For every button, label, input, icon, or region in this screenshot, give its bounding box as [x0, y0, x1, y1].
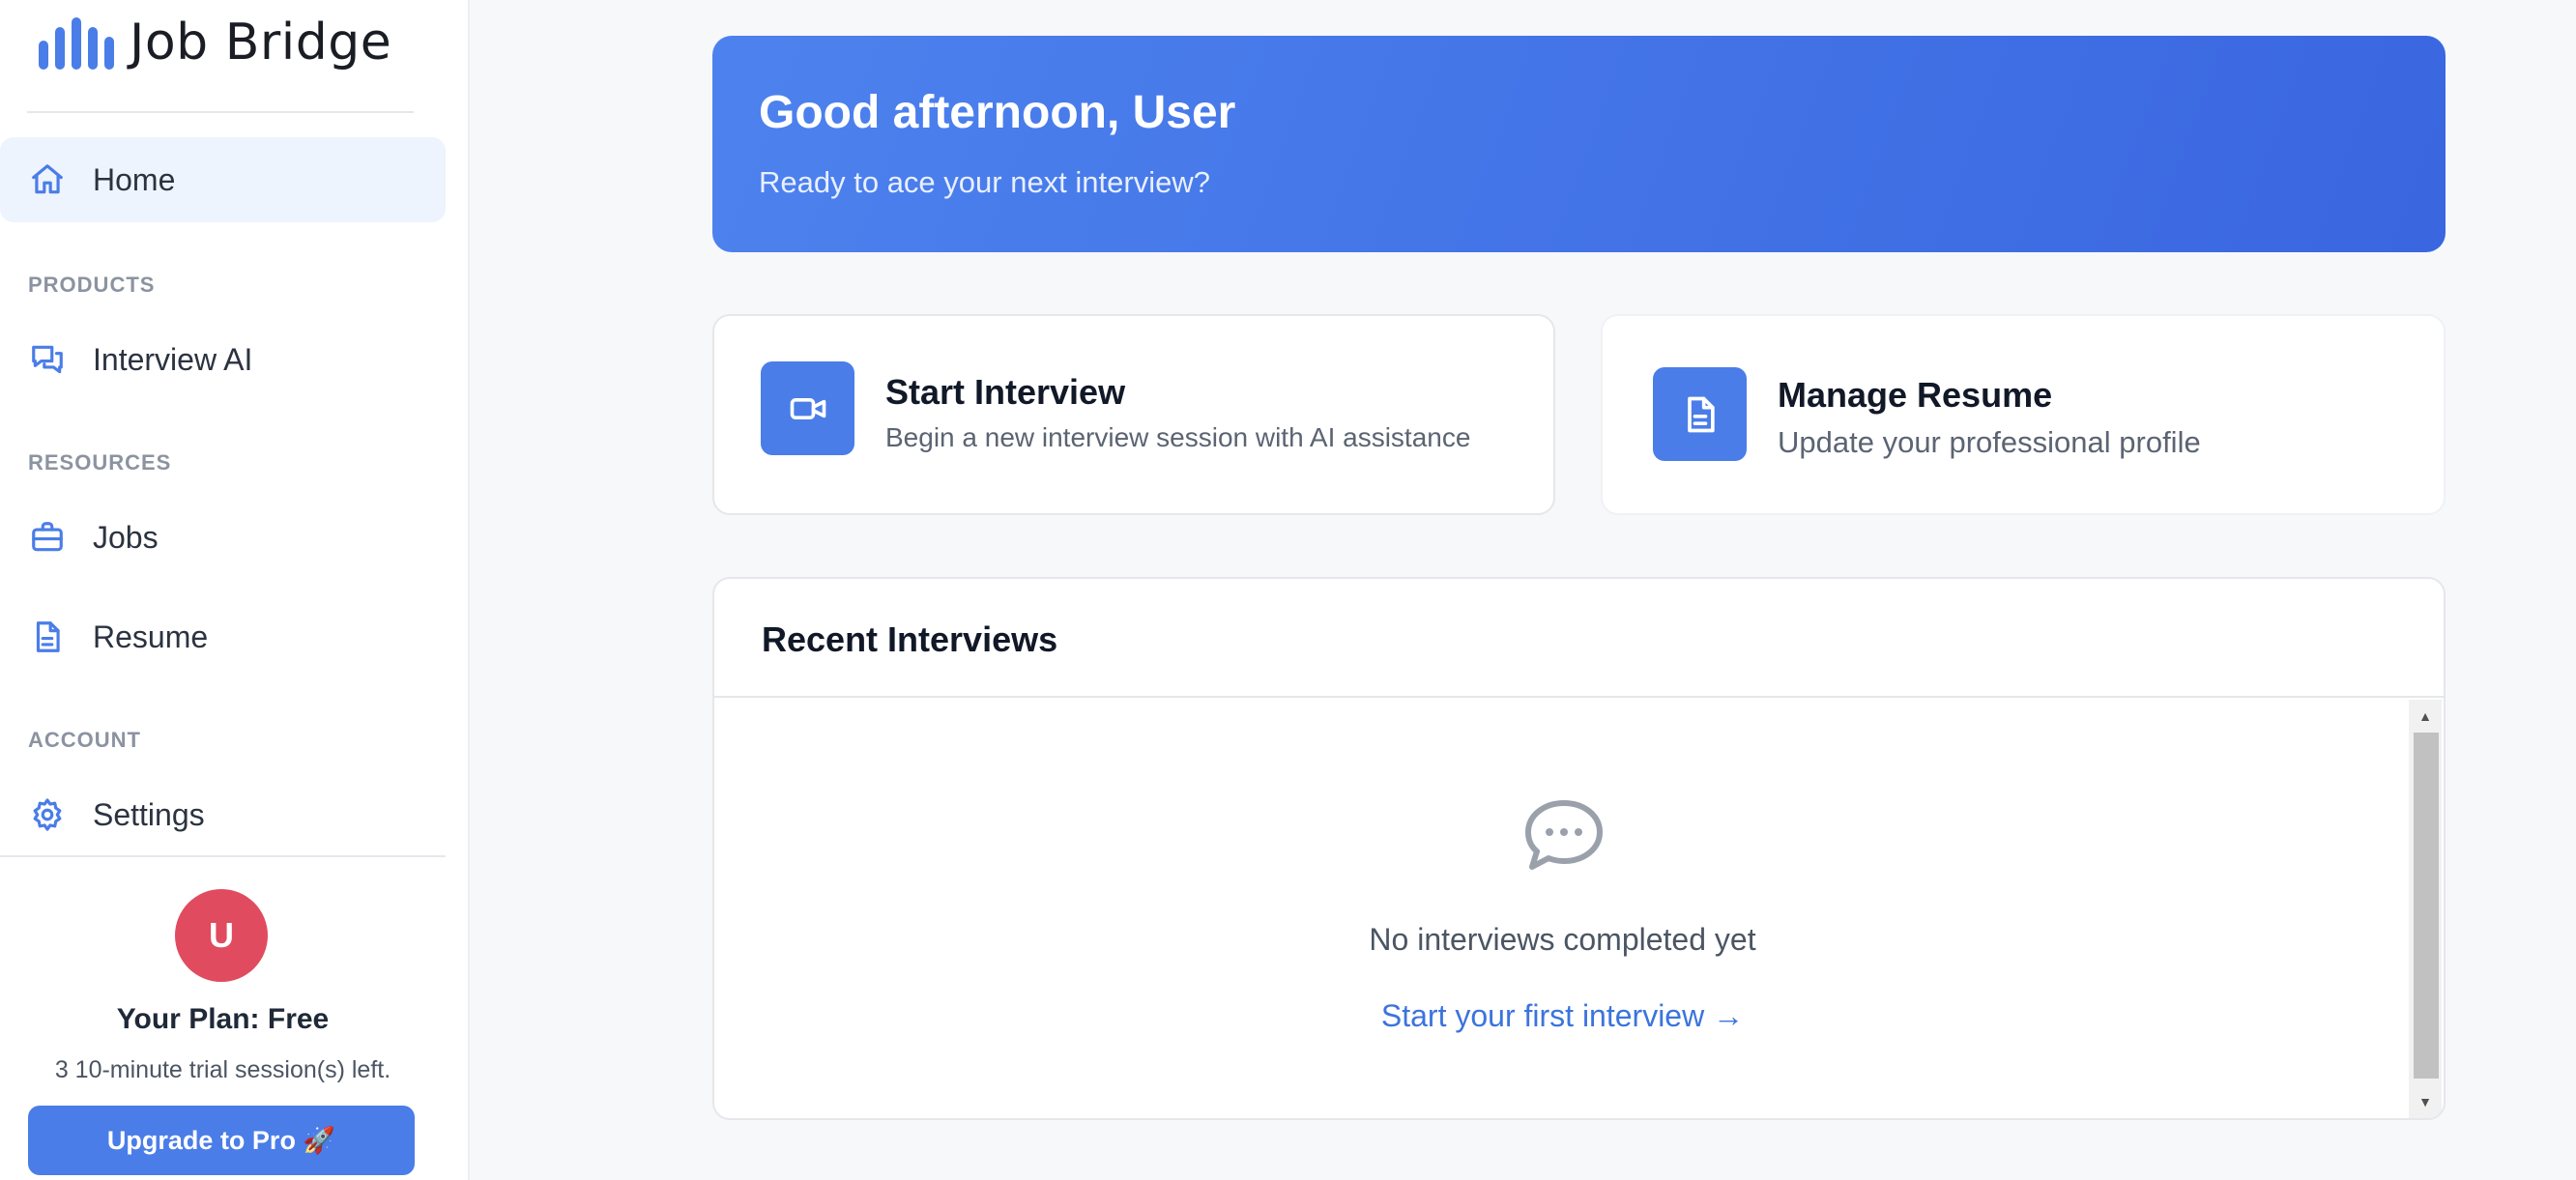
- card-subtitle: Update your professional profile: [1778, 425, 2201, 459]
- sidebar-item-settings[interactable]: Settings: [0, 772, 446, 857]
- manage-resume-card[interactable]: Manage Resume Update your professional p…: [1601, 314, 2446, 515]
- sidebar-item-label: Jobs: [93, 519, 159, 555]
- document-icon: [1653, 367, 1747, 461]
- chat-bubbles-icon: [29, 341, 66, 378]
- greeting-banner: Good afternoon, User Ready to ace your n…: [712, 36, 2446, 252]
- sidebar-item-label: Resume: [93, 619, 209, 654]
- scroll-up-arrow-icon[interactable]: ▲: [2409, 700, 2442, 733]
- panel-header: Recent Interviews: [714, 579, 2444, 698]
- upgrade-button[interactable]: Upgrade to Pro 🚀: [28, 1106, 415, 1175]
- video-icon: [761, 361, 854, 455]
- sidebar-item-jobs[interactable]: Jobs: [0, 495, 446, 580]
- plan-title: Your Plan: Free: [116, 1003, 330, 1035]
- avatar[interactable]: U: [175, 889, 268, 982]
- divider: [27, 111, 414, 113]
- start-first-interview-link[interactable]: Start your first interview →: [714, 998, 2411, 1034]
- start-interview-card[interactable]: Start Interview Begin a new interview se…: [712, 314, 1555, 515]
- sidebar-item-resume[interactable]: Resume: [0, 594, 446, 679]
- section-label-products: PRODUCTS: [28, 273, 156, 297]
- gear-icon: [29, 796, 66, 833]
- sidebar-item-label: Interview AI: [93, 341, 253, 377]
- briefcase-icon: [29, 519, 66, 556]
- greeting-subtitle: Ready to ace your next interview?: [759, 165, 1210, 199]
- sidebar-item-home[interactable]: Home: [0, 137, 446, 222]
- recent-interviews-panel: Recent Interviews No interviews complete…: [712, 577, 2446, 1120]
- logo[interactable]: Job Bridge: [39, 14, 391, 72]
- scrollbar[interactable]: ▲ ▼: [2409, 700, 2442, 1118]
- app-name: Job Bridge: [130, 14, 392, 72]
- card-subtitle: Begin a new interview session with AI as…: [885, 422, 1471, 452]
- sidebar-item-label: Settings: [93, 796, 205, 832]
- scroll-down-arrow-icon[interactable]: ▼: [2409, 1085, 2442, 1118]
- divider: [0, 855, 446, 857]
- sidebar-item-interview-ai[interactable]: Interview AI: [0, 317, 446, 402]
- section-label-account: ACCOUNT: [28, 728, 141, 752]
- card-title: Start Interview: [885, 372, 1126, 412]
- sidebar: Job Bridge Home PRODUCTS Interview AI RE…: [0, 0, 470, 1180]
- empty-state-text: No interviews completed yet: [1369, 922, 1756, 957]
- sidebar-item-label: Home: [93, 161, 176, 197]
- card-title: Manage Resume: [1778, 375, 2053, 415]
- scrollbar-thumb[interactable]: [2414, 733, 2439, 1079]
- logo-bars-icon: [39, 15, 114, 70]
- greeting-title: Good afternoon, User: [759, 87, 1236, 138]
- document-icon: [29, 619, 66, 655]
- panel-title: Recent Interviews: [762, 619, 1058, 659]
- section-label-resources: RESOURCES: [28, 450, 172, 475]
- chat-bubble-icon: [1525, 800, 1603, 870]
- plan-detail: 3 10-minute trial session(s) left.: [54, 1056, 391, 1083]
- home-icon: [29, 161, 66, 198]
